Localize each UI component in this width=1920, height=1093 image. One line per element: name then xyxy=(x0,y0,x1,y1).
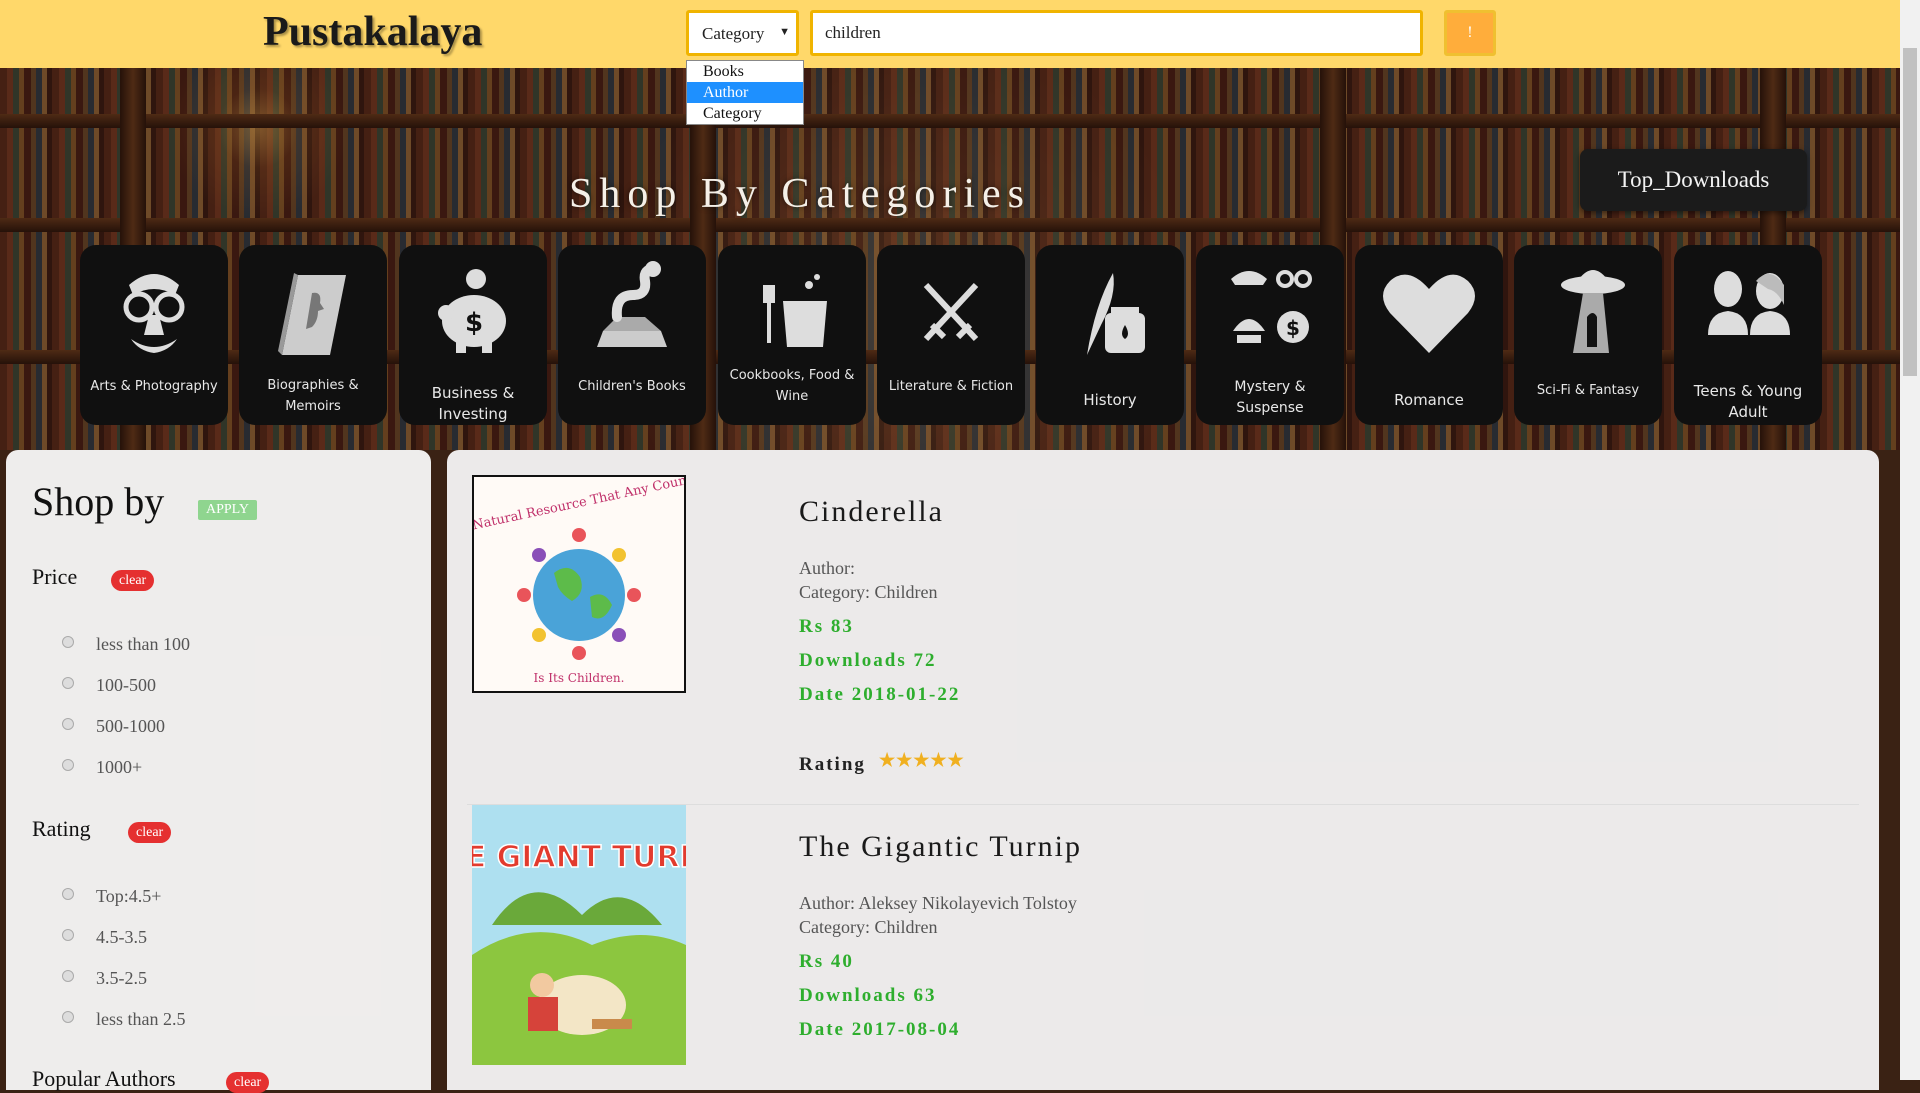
book-category: Category: Children xyxy=(799,917,938,937)
radio-button[interactable] xyxy=(62,677,74,689)
scrollbar-thumb[interactable] xyxy=(1903,48,1917,376)
radio-button[interactable] xyxy=(62,1011,74,1023)
category-scifi-fantasy[interactable]: Sci-Fi & Fantasy xyxy=(1514,245,1662,425)
book-price: Rs 40 xyxy=(799,951,854,972)
book-date: Date 2018-01-22 xyxy=(799,684,961,705)
book-date: Date 2017-08-04 xyxy=(799,1019,961,1040)
category-label: Romance xyxy=(1394,391,1464,409)
category-label: Sci-Fi & Fantasy xyxy=(1536,383,1640,398)
results-panel: The Greatest Natural Resource That Any C… xyxy=(447,450,1879,1090)
book-author: Author: xyxy=(799,558,855,578)
category-business-investing[interactable]: $ Business & Investing xyxy=(399,245,547,425)
top-bar: Pustakalaya Category ▼ ! xyxy=(0,0,1900,68)
category-label: Children's Books xyxy=(578,379,686,394)
heart-icon xyxy=(1355,255,1503,369)
book-author: Author: Aleksey Nikolayevich Tolstoy xyxy=(799,893,1077,913)
category-label: Teens & Young Adult xyxy=(1693,382,1803,421)
category-mystery-suspense[interactable]: $ Mystery & Suspense xyxy=(1196,245,1344,425)
page-scrollbar[interactable] xyxy=(1900,0,1920,1080)
book-downloads: Downloads 63 xyxy=(799,985,937,1006)
popular-authors-title: Popular Authors xyxy=(32,1066,176,1091)
rating-label: Rating xyxy=(799,754,866,775)
category-label: History xyxy=(1083,391,1137,409)
category-label: Arts & Photography xyxy=(90,379,218,394)
book-title[interactable]: Cinderella xyxy=(799,495,944,529)
radio-button[interactable] xyxy=(62,970,74,982)
category-history[interactable]: History xyxy=(1036,245,1184,425)
crossed-swords-icon xyxy=(877,255,1025,369)
people-icon xyxy=(1674,255,1822,369)
rating-clear-button[interactable]: clear xyxy=(128,822,172,843)
filter-panel-title: Shop by xyxy=(32,479,165,524)
hero-title: Shop By Categories xyxy=(569,171,1031,217)
category-label: Cookbooks, Food & Wine xyxy=(729,368,855,404)
radio-button[interactable] xyxy=(62,759,74,771)
radio-button[interactable] xyxy=(62,888,74,900)
mask-icon xyxy=(80,255,228,369)
dropdown-option-books[interactable]: Books xyxy=(687,61,803,82)
book-cover[interactable]: The Greatest Natural Resource That Any C… xyxy=(472,475,686,693)
category-label: Biographies & Memoirs xyxy=(267,378,359,414)
search-category-value: Category xyxy=(702,24,765,43)
category-childrens-books[interactable]: Children's Books xyxy=(558,245,706,425)
rating-filter-title: Rating xyxy=(32,816,91,841)
category-label: Literature & Fiction xyxy=(888,379,1014,394)
category-cookbooks-food-wine[interactable]: Cookbooks, Food & Wine xyxy=(718,245,866,425)
svg-text:$: $ xyxy=(465,308,483,338)
piggy-bank-icon: $ xyxy=(399,255,547,369)
book-title[interactable]: The Gigantic Turnip xyxy=(799,830,1082,864)
search-category-select[interactable]: Category ▼ xyxy=(686,10,799,56)
quill-ink-icon xyxy=(1036,255,1184,369)
book-price: Rs 83 xyxy=(799,616,854,637)
book-cover[interactable]: THE GIANT TURNIP xyxy=(472,805,686,1065)
book-profile-icon xyxy=(239,255,387,369)
svg-text:THE GIANT TURNIP: THE GIANT TURNIP xyxy=(472,840,686,875)
book-category: Category: Children xyxy=(799,582,938,602)
top-downloads-button[interactable]: Top_Downloads xyxy=(1580,149,1807,211)
apply-button[interactable]: APPLY xyxy=(198,500,257,520)
ufo-icon xyxy=(1514,255,1662,369)
pot-icon xyxy=(718,255,866,369)
book-downloads: Downloads 72 xyxy=(799,650,937,671)
book-rating: Rating ★★★★★ xyxy=(799,750,964,776)
authors-clear-button[interactable]: clear xyxy=(226,1072,270,1093)
filter-panel: Shop by APPLY Price clear less than 100 … xyxy=(6,450,431,1093)
svg-text:$: $ xyxy=(1286,316,1300,340)
search-input[interactable] xyxy=(810,10,1423,56)
search-button[interactable]: ! xyxy=(1444,10,1496,56)
caret-down-icon: ▼ xyxy=(779,26,790,38)
category-teens-young-adult[interactable]: Teens & Young Adult xyxy=(1674,245,1822,425)
dropdown-option-author[interactable]: Author xyxy=(687,82,803,103)
snake-book-icon xyxy=(558,255,706,369)
radio-button[interactable] xyxy=(62,636,74,648)
rating-stars-icon: ★★★★★ xyxy=(879,750,965,770)
radio-button[interactable] xyxy=(62,718,74,730)
svg-text:Is Its Children.: Is Its Children. xyxy=(534,671,625,685)
price-clear-button[interactable]: clear xyxy=(111,570,155,591)
category-dropdown-menu: Books Author Category xyxy=(686,60,804,125)
category-biographies-memoirs[interactable]: Biographies & Memoirs xyxy=(239,245,387,425)
category-label: Mystery & Suspense xyxy=(1234,379,1306,416)
category-literature-fiction[interactable]: Literature & Fiction xyxy=(877,245,1025,425)
category-romance[interactable]: Romance xyxy=(1355,245,1503,425)
price-filter-title: Price xyxy=(32,564,78,589)
category-arts-photography[interactable]: Arts & Photography xyxy=(80,245,228,425)
brand-logo[interactable]: Pustakalaya xyxy=(263,8,482,56)
category-label: Business & Investing xyxy=(431,384,515,423)
dropdown-option-category[interactable]: Category xyxy=(687,103,803,124)
radio-button[interactable] xyxy=(62,929,74,941)
detective-icon: $ xyxy=(1196,255,1344,369)
hero-banner: Shop By Categories Top_Downloads Arts & … xyxy=(0,68,1900,450)
